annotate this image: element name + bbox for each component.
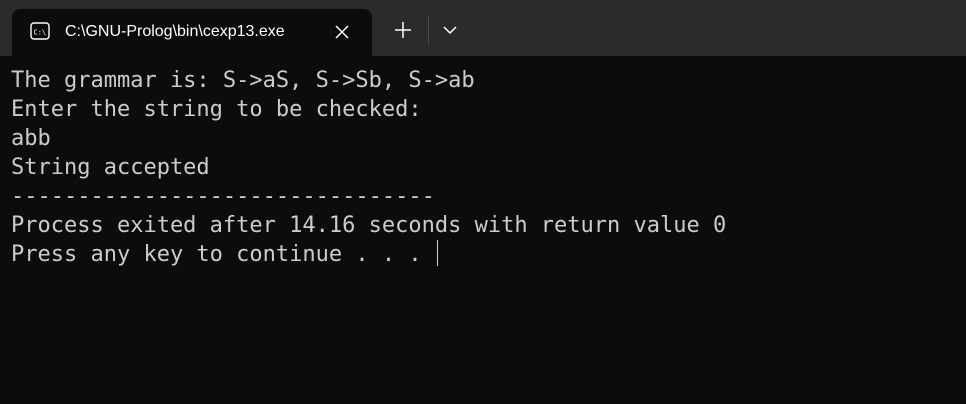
title-bar: C:\ C:\GNU-Prolog\bin\cexp13.exe <box>0 0 966 56</box>
prompt-line: Press any key to continue . . . <box>11 240 726 269</box>
svg-text:C:\: C:\ <box>34 29 47 37</box>
terminal-output[interactable]: The grammar is: S->aS, S->Sb, S->ab Enter… <box>0 56 966 404</box>
close-icon[interactable] <box>330 20 354 44</box>
output-line: abb <box>11 126 51 151</box>
tab-separator <box>428 15 429 45</box>
plus-icon[interactable] <box>390 17 416 43</box>
text-cursor <box>436 240 438 266</box>
console-icon: C:\ <box>30 22 50 40</box>
output-line: -------------------------------- <box>11 184 435 209</box>
output-line: Enter the string to be checked: <box>11 97 422 122</box>
terminal-window: C:\ C:\GNU-Prolog\bin\cexp13.exe The gra… <box>0 0 966 404</box>
prompt-text: Press any key to continue . . . <box>11 242 435 267</box>
tab-terminal[interactable]: C:\ C:\GNU-Prolog\bin\cexp13.exe <box>12 9 372 56</box>
tab-title: C:\GNU-Prolog\bin\cexp13.exe <box>65 23 285 40</box>
output-line: The grammar is: S->aS, S->Sb, S->ab <box>11 68 475 93</box>
output-line: Process exited after 14.16 seconds with … <box>11 213 727 238</box>
chevron-down-icon[interactable] <box>437 17 463 43</box>
output-line: String accepted <box>11 155 210 180</box>
